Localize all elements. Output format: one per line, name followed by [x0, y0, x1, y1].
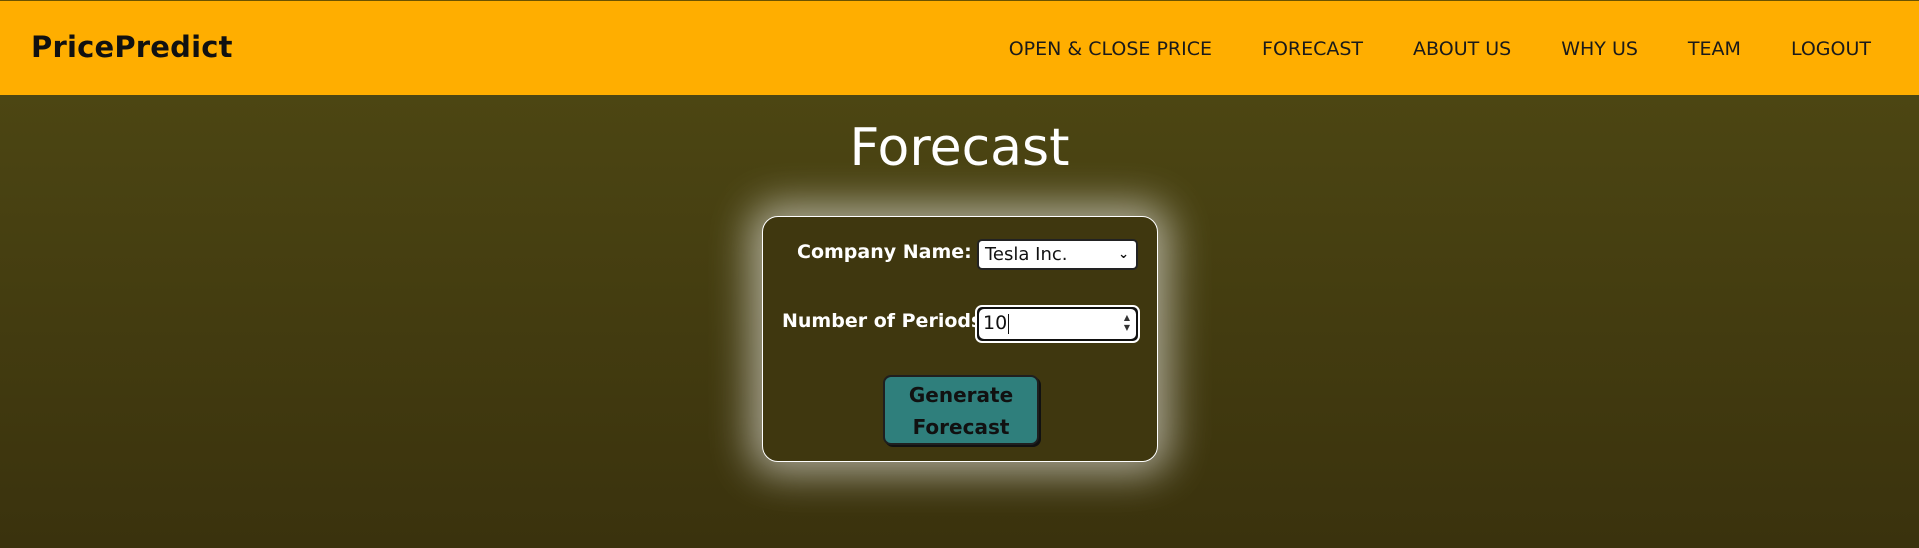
brand-logo-text[interactable]: PricePredict — [31, 30, 233, 64]
periods-input-value: 10 — [983, 312, 1008, 334]
company-name-label: Company Name: — [797, 241, 972, 263]
company-select-value: Tesla Inc. — [985, 244, 1068, 265]
number-of-periods-label: Number of Periods: — [782, 310, 990, 332]
page-title: Forecast — [849, 118, 1070, 178]
periods-input[interactable]: 10 ▲ ▼ — [979, 309, 1136, 339]
top-navbar: PricePredict OPEN & CLOSE PRICE FORECAST… — [0, 0, 1919, 95]
nav-forecast[interactable]: FORECAST — [1262, 38, 1363, 60]
nav-links: OPEN & CLOSE PRICE FORECAST ABOUT US WHY… — [959, 38, 1871, 60]
nav-logout[interactable]: LOGOUT — [1791, 38, 1871, 60]
nav-team[interactable]: TEAM — [1688, 38, 1741, 60]
nav-open-close-price[interactable]: OPEN & CLOSE PRICE — [1009, 38, 1212, 60]
forecast-form: Company Name: Tesla Inc. ⌄ Number of Per… — [762, 216, 1158, 462]
number-stepper-icon[interactable]: ▲ ▼ — [1124, 313, 1130, 333]
generate-button-line1: Generate — [908, 383, 1014, 407]
text-caret — [1008, 313, 1010, 334]
generate-forecast-button[interactable]: Generate Forecast — [883, 375, 1039, 445]
periods-input-focus-ring: 10 ▲ ▼ — [975, 305, 1140, 343]
company-select[interactable]: Tesla Inc. ⌄ — [977, 239, 1138, 270]
generate-button-line2: Forecast — [912, 415, 1010, 439]
chevron-down-icon: ⌄ — [1118, 247, 1129, 262]
nav-about-us[interactable]: ABOUT US — [1413, 38, 1511, 60]
nav-why-us[interactable]: WHY US — [1561, 38, 1638, 60]
